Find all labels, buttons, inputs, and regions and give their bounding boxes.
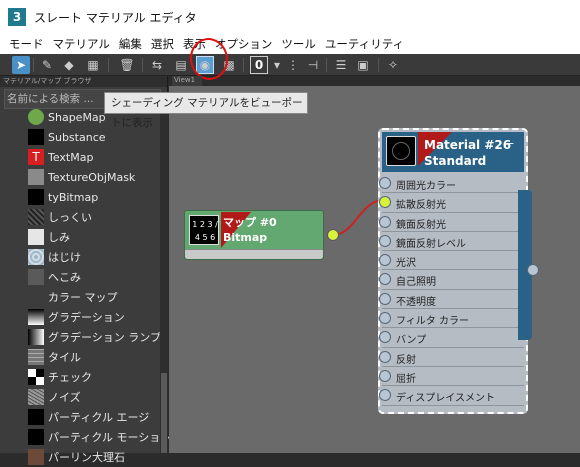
slot-label: 鏡面反射光 [396, 219, 446, 231]
input-socket[interactable] [379, 254, 391, 267]
slot-label: ディスプレイスメント [396, 393, 495, 405]
input-socket[interactable] [379, 215, 391, 228]
input-socket[interactable] [379, 196, 391, 209]
material-output-socket[interactable] [527, 264, 539, 276]
slot-filter-color[interactable]: フィルタ カラー [379, 309, 524, 329]
slot-label: 自己照明 [396, 277, 436, 289]
slot-specular-level[interactable]: 鏡面反射レベル [379, 232, 524, 252]
slot-label: 反射 [396, 354, 416, 366]
minimize-icon[interactable]: – [508, 136, 514, 150]
input-socket[interactable] [379, 312, 391, 325]
slot-label: 不透明度 [396, 296, 436, 308]
input-socket[interactable] [379, 292, 391, 305]
slot-diffuse-color[interactable]: 拡散反射光 [379, 193, 524, 213]
slot-displacement[interactable]: ディスプレイスメント [379, 386, 524, 406]
material-node[interactable]: Material #26 Standard – 周囲光カラー 拡散反射光 鏡面反… [378, 128, 528, 414]
slot-bump[interactable]: バンプ [379, 328, 524, 348]
tooltip: シェーディング マテリアルをビューポートに表示 [104, 92, 308, 129]
slot-opacity[interactable]: 不透明度 [379, 290, 524, 310]
material-node-header: Material #26 Standard – [382, 132, 524, 172]
bitmap-icon: 1 2 3 / 4 5 6 [189, 215, 219, 245]
slot-label: フィルタ カラー [396, 316, 469, 328]
bitmap-node-name: マップ #0 [223, 216, 277, 229]
slot-label: 鏡面反射レベル [396, 238, 466, 250]
slot-self-illumination[interactable]: 自己照明 [379, 270, 524, 290]
slot-label: 周囲光カラー [396, 181, 456, 192]
slot-ambient-color[interactable]: 周囲光カラー [379, 174, 524, 194]
material-node-name: Material #26 [424, 138, 512, 152]
bitmap-node-footer [185, 249, 323, 259]
slot-label: 光沢 [396, 258, 416, 270]
input-socket[interactable] [379, 273, 391, 286]
bitmap-icon-text: 1 2 3 / 4 5 6 [192, 220, 218, 242]
material-sphere-icon [386, 136, 416, 166]
material-node-type: Standard [424, 154, 487, 168]
slot-reflection[interactable]: 反射 [379, 348, 524, 367]
bitmap-output-socket[interactable] [327, 229, 339, 241]
input-socket[interactable] [379, 369, 391, 382]
input-socket[interactable] [379, 234, 391, 247]
bitmap-node[interactable]: 1 2 3 / 4 5 6 マップ #0 Bitmap [184, 210, 324, 260]
slot-label: 拡散反射光 [396, 200, 446, 212]
slot-label: 屈折 [396, 373, 416, 385]
bitmap-node-type: Bitmap [223, 231, 268, 244]
material-slots: 周囲光カラー 拡散反射光 鏡面反射光 鏡面反射レベル 光沢 自己照明 不透明度 … [379, 174, 524, 406]
slot-specular-color[interactable]: 鏡面反射光 [379, 213, 524, 232]
input-socket[interactable] [379, 331, 391, 344]
input-socket[interactable] [379, 177, 391, 189]
input-socket[interactable] [379, 350, 391, 363]
slot-glossiness[interactable]: 光沢 [379, 251, 524, 271]
slot-refraction[interactable]: 屈折 [379, 367, 524, 387]
slot-label: バンプ [396, 335, 427, 347]
input-socket[interactable] [379, 389, 391, 402]
